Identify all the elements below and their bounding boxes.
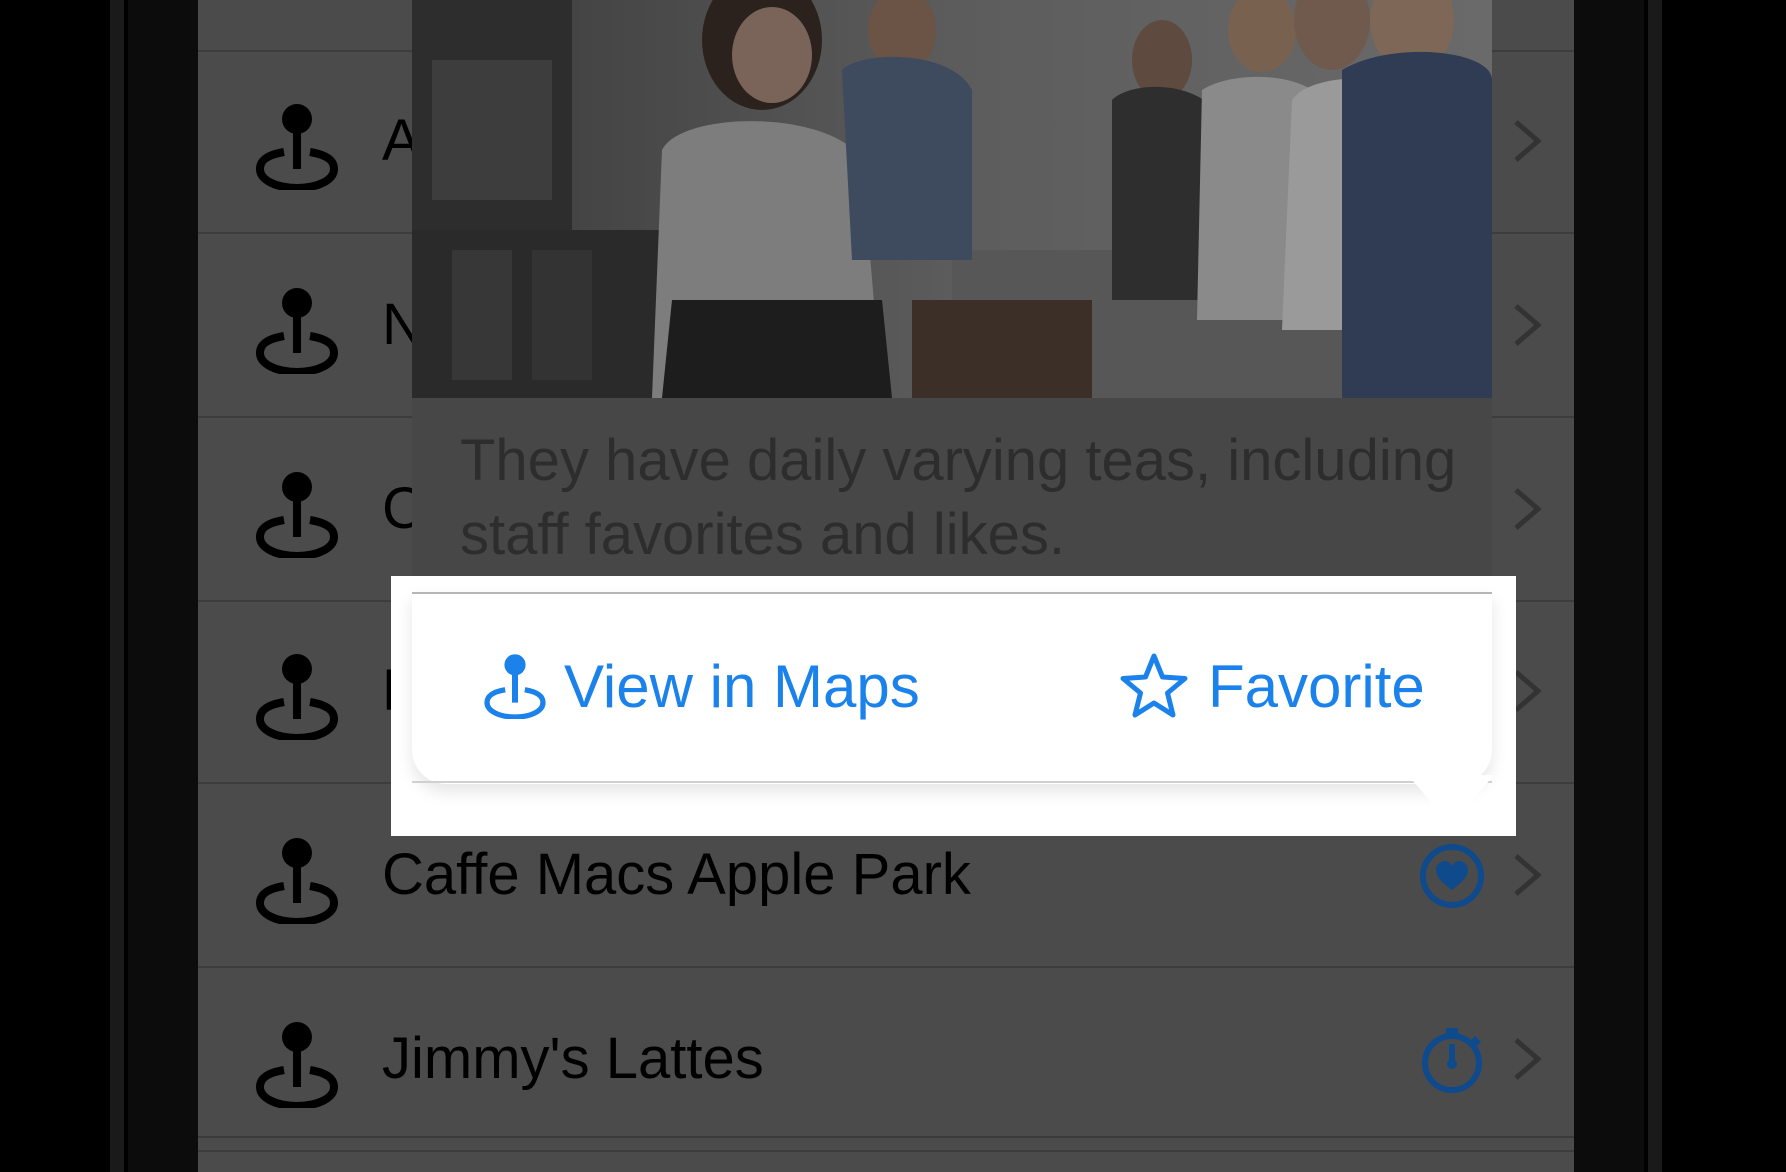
chevron-right-icon xyxy=(1514,488,1542,530)
chevron-right-icon xyxy=(1514,670,1542,712)
context-menu: View in Maps Favorite xyxy=(412,592,1492,784)
chevron-right-icon xyxy=(1514,120,1542,162)
view-in-maps-button[interactable]: View in Maps xyxy=(484,636,920,736)
map-pin-icon xyxy=(256,654,338,740)
map-pin-icon xyxy=(256,838,338,924)
list-item-label: Jimmy's Lattes xyxy=(382,1026,764,1091)
favorite-label: Favorite xyxy=(1208,652,1425,720)
heart-circle-icon xyxy=(1420,844,1484,908)
preview-description: They have daily varying teas, including … xyxy=(460,428,1457,567)
device-frame-right xyxy=(1574,0,1644,1172)
map-pin-icon xyxy=(256,1022,338,1108)
chevron-right-icon xyxy=(1514,854,1542,896)
device-bezel-left xyxy=(110,0,124,1172)
chevron-right-icon xyxy=(1514,304,1542,346)
map-pin-icon xyxy=(256,288,338,374)
device-frame-left xyxy=(128,0,198,1172)
star-icon xyxy=(1120,653,1188,718)
list-bottom-divider xyxy=(198,1136,1574,1138)
view-in-maps-label: View in Maps xyxy=(564,652,920,720)
device-bezel-right xyxy=(1648,0,1662,1172)
map-pin-icon xyxy=(484,654,546,719)
context-menu-divider xyxy=(412,781,1492,783)
list-item[interactable]: Jimmy's Lattes xyxy=(198,968,1574,1152)
map-pin-icon xyxy=(256,472,338,558)
map-pin-icon xyxy=(256,104,338,190)
chevron-right-icon xyxy=(1514,1038,1542,1080)
timer-icon xyxy=(1422,1028,1482,1093)
context-menu-pointer xyxy=(1408,775,1494,820)
favorite-button[interactable]: Favorite xyxy=(1118,636,1425,736)
coffee-shop-photo xyxy=(412,0,1492,398)
